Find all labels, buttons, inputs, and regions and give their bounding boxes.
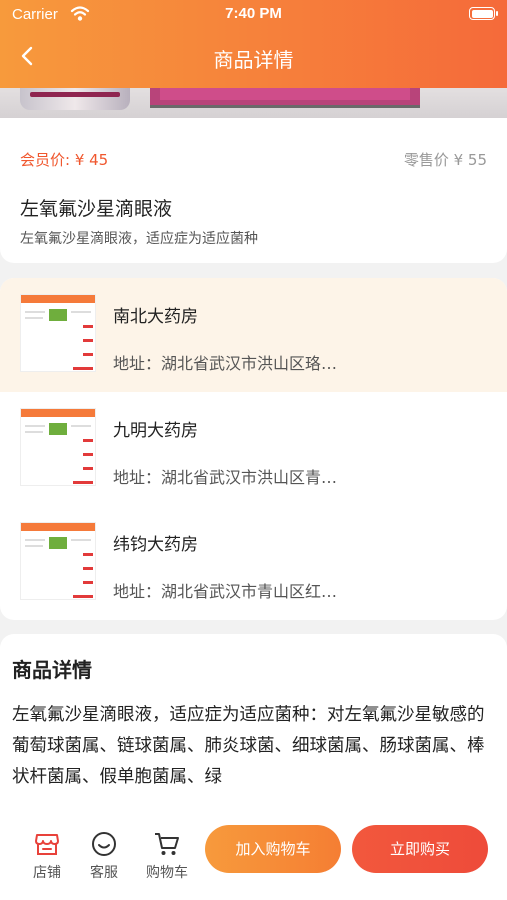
store-item-weijun[interactable]: 纬钧大药房 地址：湖北省武汉市青山区红…	[0, 506, 507, 620]
tab-cart-label: 购物车	[146, 865, 188, 881]
store-thumbnail	[20, 522, 96, 600]
add-to-cart-button[interactable]: 加入购物车	[205, 825, 341, 873]
product-name: 左氧氟沙星滴眼液	[20, 198, 173, 220]
member-price: 会员价: ¥ 45	[20, 151, 109, 169]
price-card: 会员价: ¥ 45 零售价 ¥ 55 左氧氟沙星滴眼液 左氧氟沙星滴眼液，适应症…	[0, 118, 507, 263]
store-thumbnail	[20, 408, 96, 486]
clock: 7:40 PM	[225, 5, 282, 22]
store-address: 地址：湖北省武汉市青山区红…	[113, 582, 338, 601]
status-bar: Carrier 7:40 PM	[0, 0, 507, 30]
tab-store-label: 店铺	[33, 865, 61, 881]
store-name: 纬钧大药房	[113, 535, 198, 555]
store-item-jiuming[interactable]: 九明大药房 地址：湖北省武汉市洪山区青…	[0, 392, 507, 506]
battery-icon	[469, 7, 498, 20]
store-list: 南北大药房 地址：湖北省武汉市洪山区珞… 九明大药房 地址：湖北省武汉市洪山区青…	[0, 278, 507, 620]
tab-customer-service-label: 客服	[90, 865, 118, 881]
header: Carrier 7:40 PM 商品详情	[0, 0, 507, 88]
details-title: 商品详情	[12, 658, 92, 682]
product-subtitle: 左氧氟沙星滴眼液，适应症为适应菌种	[20, 231, 258, 247]
product-details: 商品详情 左氧氟沙星滴眼液，适应症为适应菌种：对左氧氟沙星敏感的葡萄球菌属、链球…	[0, 634, 507, 834]
nav-bar: 商品详情	[0, 32, 507, 80]
customer-service-icon	[92, 832, 116, 856]
store-item-nanbei[interactable]: 南北大药房 地址：湖北省武汉市洪山区珞…	[0, 278, 507, 392]
page-title: 商品详情	[213, 48, 294, 72]
details-text: 左氧氟沙星滴眼液，适应症为适应菌种：对左氧氟沙星敏感的葡萄球菌属、链球菌属、肺炎…	[12, 705, 485, 787]
cart-icon	[155, 833, 179, 855]
buy-now-button[interactable]: 立即购买	[352, 825, 488, 873]
store-address: 地址：湖北省武汉市洪山区珞…	[113, 354, 338, 373]
store-name: 九明大药房	[113, 421, 198, 441]
retail-price: 零售价 ¥ 55	[403, 151, 487, 169]
product-photo-label	[30, 92, 120, 97]
store-icon	[35, 834, 59, 855]
store-thumbnail	[20, 294, 96, 372]
store-name: 南北大药房	[113, 307, 198, 327]
store-address: 地址：湖北省武汉市洪山区青…	[113, 468, 338, 487]
